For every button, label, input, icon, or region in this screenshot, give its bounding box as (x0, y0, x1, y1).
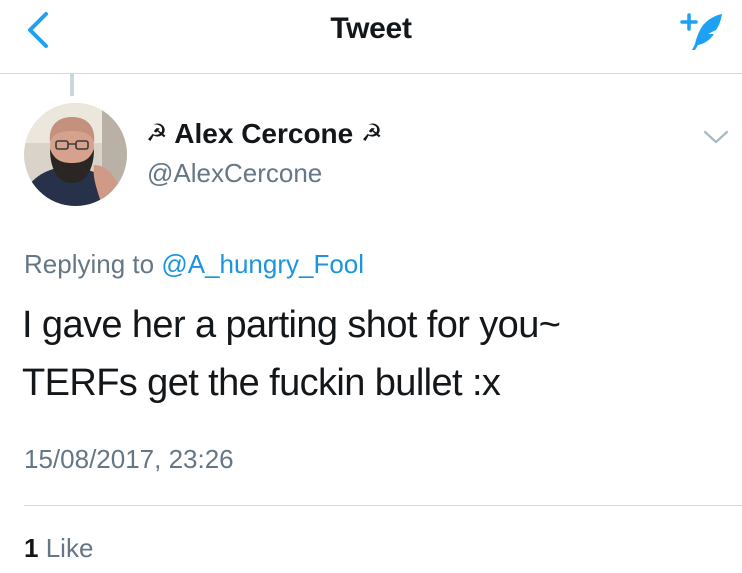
author-name: Alex Cercone (174, 118, 354, 149)
replying-to-label: Replying to (24, 249, 155, 279)
hammer-sickle-icon: ☭ (361, 120, 383, 147)
avatar-photo (24, 103, 127, 206)
page-title: Tweet (330, 12, 412, 45)
tweet-text-line: TERFs get the fuckin bullet :x (22, 362, 501, 404)
tweet-text-line: I gave her a parting shot for you~ (22, 304, 561, 346)
avatar[interactable] (24, 103, 127, 206)
tweet-options-button[interactable] (699, 124, 733, 150)
tweet-timestamp: 15/08/2017, 23:26 (24, 444, 234, 474)
replying-to-handle-link[interactable]: @A_hungry_Fool (161, 249, 364, 279)
compose-quill-icon (680, 13, 722, 50)
replying-to-line: Replying to @A_hungry_Fool (24, 249, 364, 280)
likes-count-link[interactable]: 1 Like (24, 533, 93, 564)
author-handle[interactable]: @AlexCercone (147, 158, 322, 189)
divider (24, 505, 742, 506)
tweet-text: I gave her a parting shot for you~ TERFs… (22, 296, 722, 412)
tweet-detail-screen: Tweet ☭ Alex Cercone ☭ @AlexCercone Repl… (0, 0, 742, 573)
thread-connector-line (70, 74, 74, 96)
author-display-name[interactable]: ☭ Alex Cercone ☭ (146, 118, 383, 150)
compose-tweet-button[interactable] (674, 8, 726, 54)
likes-count: 1 (24, 533, 39, 563)
chevron-down-icon (703, 130, 729, 144)
likes-label: Like (45, 533, 94, 563)
navigation-bar: Tweet (0, 0, 742, 74)
hammer-sickle-icon: ☭ (146, 120, 168, 147)
